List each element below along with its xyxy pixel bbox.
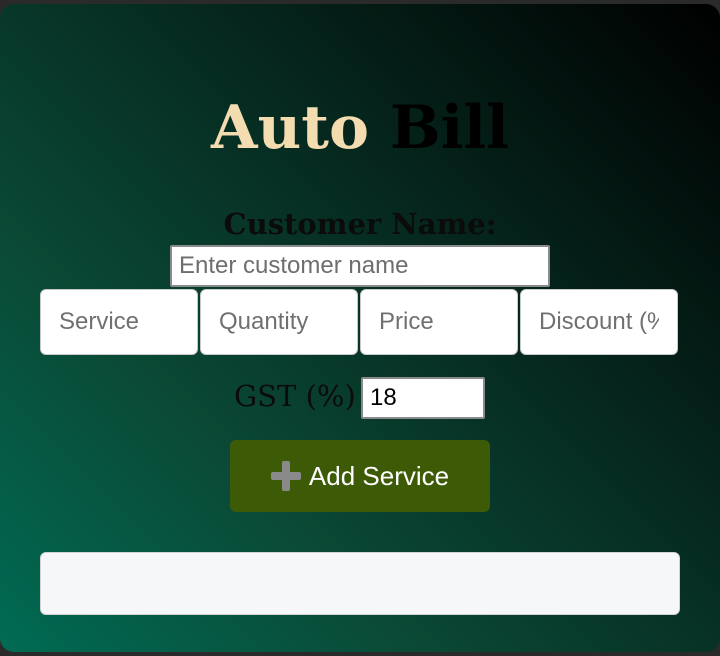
- gst-input[interactable]: [361, 377, 485, 419]
- app-title: Auto Bill: [0, 88, 720, 168]
- gst-row: GST (%): [0, 376, 720, 420]
- add-service-button[interactable]: Add Service: [230, 440, 490, 512]
- title-word-auto: Auto: [211, 93, 369, 163]
- service-input[interactable]: [40, 289, 198, 355]
- customer-name-label: Customer Name:: [223, 207, 497, 241]
- customer-name-input[interactable]: [170, 245, 550, 287]
- plus-icon: [270, 461, 301, 491]
- discount-input[interactable]: [520, 289, 678, 355]
- price-input[interactable]: [360, 289, 518, 355]
- gst-label: GST (%): [234, 379, 356, 413]
- title-word-bill: Bill: [389, 93, 509, 163]
- bill-output-box: [40, 552, 680, 615]
- auto-bill-card: Auto Bill Customer Name: GST (%) Add Ser…: [0, 4, 720, 652]
- add-service-label: Add Service: [308, 460, 450, 491]
- quantity-input[interactable]: [200, 289, 358, 355]
